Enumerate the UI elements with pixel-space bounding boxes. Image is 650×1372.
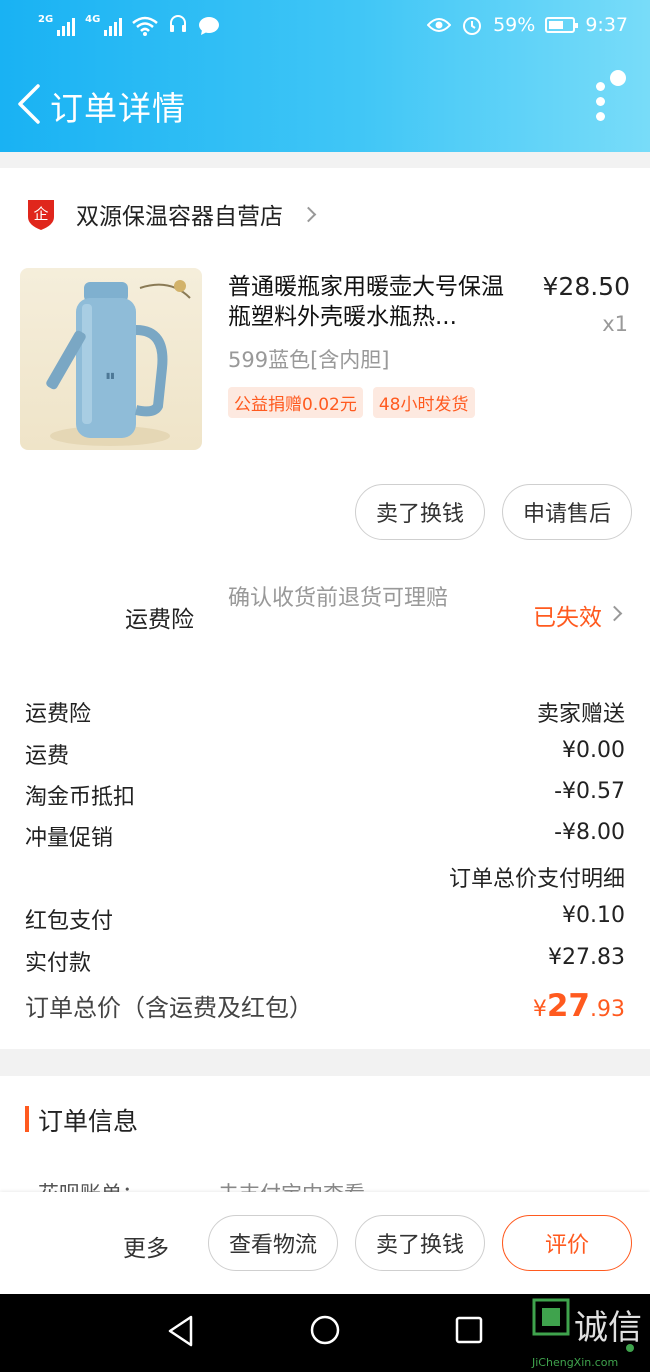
insurance-desc: 确认收货前退货可理赔 [228, 586, 449, 611]
product-price: ¥28.50 [542, 272, 630, 301]
fee-value: 卖家赠送 [536, 702, 625, 727]
product-image[interactable]: ▮▮ [20, 268, 202, 450]
battery-percent: 59% [493, 14, 536, 36]
fee-row: 淘金币抵扣 -¥0.57 [25, 779, 625, 811]
thermos-image: ▮▮ [46, 280, 191, 446]
sell-button[interactable]: 卖了换钱 [355, 484, 485, 540]
order-total-row: 订单总价（含运费及红包） ¥27.93 [25, 988, 625, 1024]
tag-shipping: 48小时发货 [372, 387, 475, 418]
fee-label: 淘金币抵扣 [25, 785, 136, 810]
fee-value: -¥8.00 [554, 820, 625, 845]
nav-home-icon[interactable] [309, 1314, 341, 1346]
section-accent-bar [25, 1106, 29, 1132]
fee-value: ¥0.00 [562, 738, 625, 763]
signal-icon-2: 4G [85, 14, 123, 36]
fee-row: 冲量促销 -¥8.00 [25, 820, 625, 852]
payment-detail-row: 订单总价支付明细 [25, 861, 625, 893]
nav-bar: 订单详情 [0, 70, 650, 140]
fee-label: 运费险 [25, 702, 92, 727]
more-menu-icon[interactable] [596, 82, 608, 126]
page-title: 订单详情 [50, 89, 186, 128]
shop-name: 双源保温容器自营店 [76, 204, 283, 230]
nav-back-icon[interactable] [166, 1314, 196, 1348]
fee-row: 实付款 ¥27.83 [25, 945, 625, 977]
fee-value: -¥0.57 [554, 779, 625, 804]
headset-icon [170, 15, 187, 32]
fee-value: ¥27.83 [548, 945, 625, 970]
fee-row: 运费险 卖家赠送 [25, 696, 625, 728]
clock: 9:37 [585, 14, 628, 36]
currency-symbol: ¥ [532, 997, 547, 1022]
watermark-text: 诚信 [574, 1308, 642, 1348]
chat-bubble-icon [199, 17, 220, 35]
payment-detail-heading: 订单总价支付明细 [448, 867, 625, 892]
total-decimal: .93 [590, 997, 625, 1022]
svg-text:企: 企 [33, 205, 48, 223]
fee-value: ¥0.10 [562, 903, 625, 928]
watermark-subtext: JiChengXin.com [532, 1356, 619, 1369]
svg-text:▮▮: ▮▮ [106, 371, 115, 380]
insurance-label: 运费险 [125, 607, 194, 633]
back-icon[interactable] [14, 82, 44, 126]
header-area: 2G 4G 59% 9:37 订单详情 [0, 0, 650, 152]
shop-row[interactable]: 企 双源保温容器自营店 [26, 196, 317, 232]
fee-label: 运费 [25, 744, 70, 769]
fee-label: 红包支付 [25, 909, 114, 934]
fee-label: 冲量促销 [25, 826, 114, 851]
fee-label: 实付款 [25, 951, 92, 976]
fee-row: 运费 ¥0.00 [25, 738, 625, 770]
notification-dot [610, 70, 626, 86]
after-sales-button[interactable]: 申请售后 [502, 484, 632, 540]
tag-donation: 公益捐赠0.02元 [228, 387, 363, 418]
order-info-title: 订单信息 [38, 1107, 139, 1136]
order-total-value: ¥27.93 [533, 988, 625, 1024]
sell-button-bottom[interactable]: 卖了换钱 [355, 1215, 485, 1271]
alarm-icon [463, 17, 482, 35]
signal-icon: 2G [38, 14, 76, 36]
insurance-status[interactable]: 已失效 [533, 598, 602, 632]
eye-icon [427, 18, 452, 32]
wifi-icon [132, 16, 159, 36]
product-sku: 599蓝色[含内胆] [228, 348, 390, 372]
battery-icon [545, 17, 579, 33]
product-title[interactable]: 普通暖瓶家用暖壶大号保温瓶塑料外壳暖水瓶热... [228, 272, 526, 334]
fee-row: 红包支付 ¥0.10 [25, 903, 625, 935]
product-quantity: x1 [602, 312, 628, 336]
total-integer: 27 [546, 988, 590, 1024]
more-button[interactable]: 更多 [123, 1229, 169, 1263]
review-button[interactable]: 评价 [502, 1215, 632, 1271]
status-bar: 2G 4G 59% 9:37 [0, 0, 650, 56]
nav-recents-icon[interactable] [455, 1316, 483, 1344]
shop-logo-icon: 企 [28, 200, 54, 230]
order-total-label: 订单总价（含运费及红包） [25, 994, 313, 1022]
chevron-right-icon [300, 206, 317, 222]
product-tags: 公益捐赠0.02元 48小时发货 [228, 387, 475, 418]
view-logistics-button[interactable]: 查看物流 [208, 1215, 338, 1271]
